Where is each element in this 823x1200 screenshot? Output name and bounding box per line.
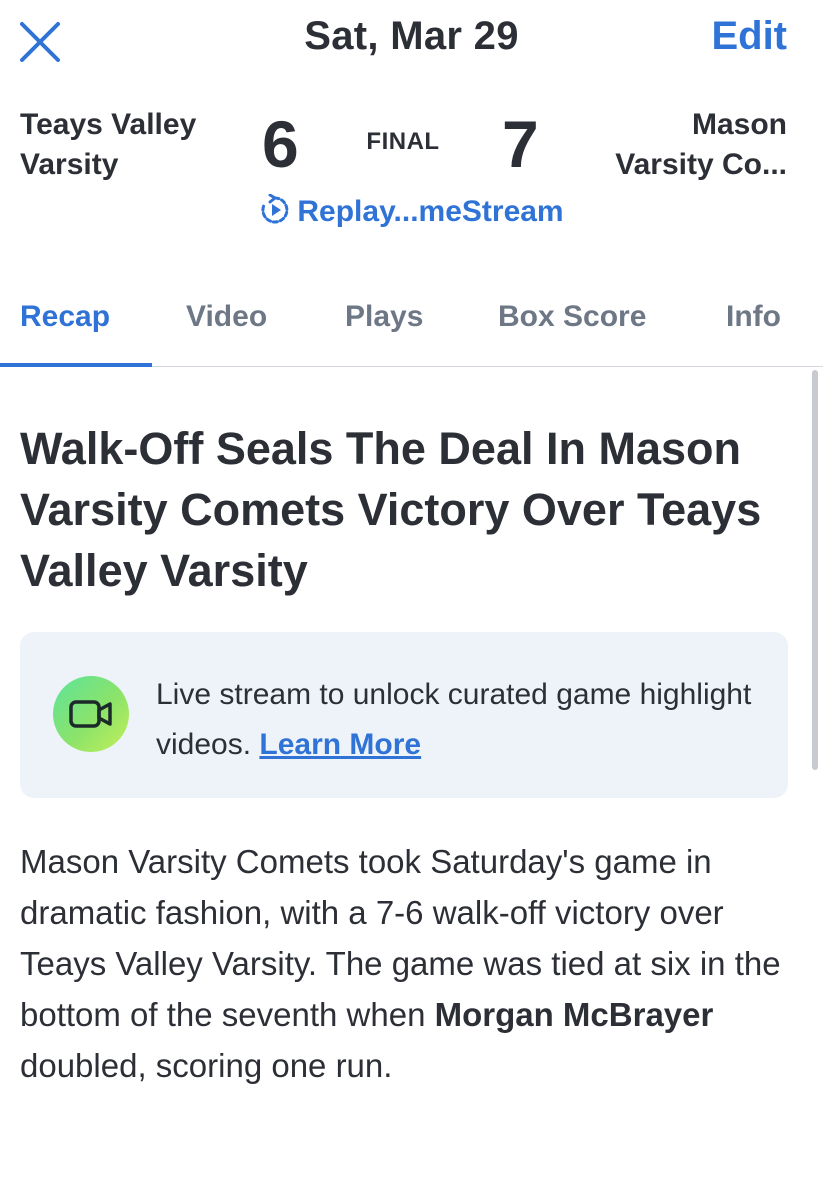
scrollbar[interactable] <box>812 370 818 770</box>
replay-stream-link[interactable]: Replay...meStream <box>0 193 823 229</box>
home-score: 6 <box>262 107 299 181</box>
game-status: FINAL <box>366 128 440 155</box>
home-team-name-line1: Teays Valley <box>20 108 197 141</box>
game-recap-screen: Sat, Mar 29 Edit Teays Valley Varsity 6 … <box>0 0 823 1200</box>
home-team-name[interactable]: Teays Valley Varsity <box>20 105 230 185</box>
tab-plays[interactable]: Plays <box>345 300 423 334</box>
promo-text: Live stream to unlock curated game highl… <box>156 678 752 761</box>
replay-icon <box>261 193 289 224</box>
scoreboard: Teays Valley Varsity 6 FINAL 7 Mason Var… <box>0 100 823 250</box>
video-camera-icon <box>53 676 129 752</box>
tab-info[interactable]: Info <box>726 300 781 334</box>
article-body: Mason Varsity Comets took Saturday's gam… <box>20 836 800 1091</box>
top-bar: Sat, Mar 29 Edit <box>0 0 823 80</box>
tab-video[interactable]: Video <box>186 300 267 334</box>
page-title: Sat, Mar 29 <box>304 14 519 58</box>
live-stream-promo: Live stream to unlock curated game highl… <box>20 632 788 798</box>
article-body-part2: doubled, scoring one run. <box>20 1047 393 1084</box>
promo-message: Live stream to unlock curated game highl… <box>156 670 756 770</box>
tab-bar: Recap Video Plays Box Score Info <box>0 282 823 367</box>
edit-button[interactable]: Edit <box>711 14 787 59</box>
away-team-name-line1: Mason <box>691 108 787 141</box>
away-score: 7 <box>502 107 539 181</box>
player-name-link[interactable]: Morgan McBrayer <box>435 996 714 1033</box>
replay-label: Replay...meStream <box>297 195 564 228</box>
away-team-name[interactable]: Mason Varsity Co... <box>567 105 787 185</box>
tab-recap[interactable]: Recap <box>20 300 110 334</box>
learn-more-link[interactable]: Learn More <box>259 728 421 761</box>
active-tab-indicator <box>0 363 152 367</box>
home-team-name-line2: Varsity <box>20 148 119 181</box>
away-team-name-line2: Varsity Co... <box>615 148 787 181</box>
tab-box-score[interactable]: Box Score <box>498 300 646 334</box>
article-headline: Walk-Off Seals The Deal In Mason Varsity… <box>20 423 762 596</box>
